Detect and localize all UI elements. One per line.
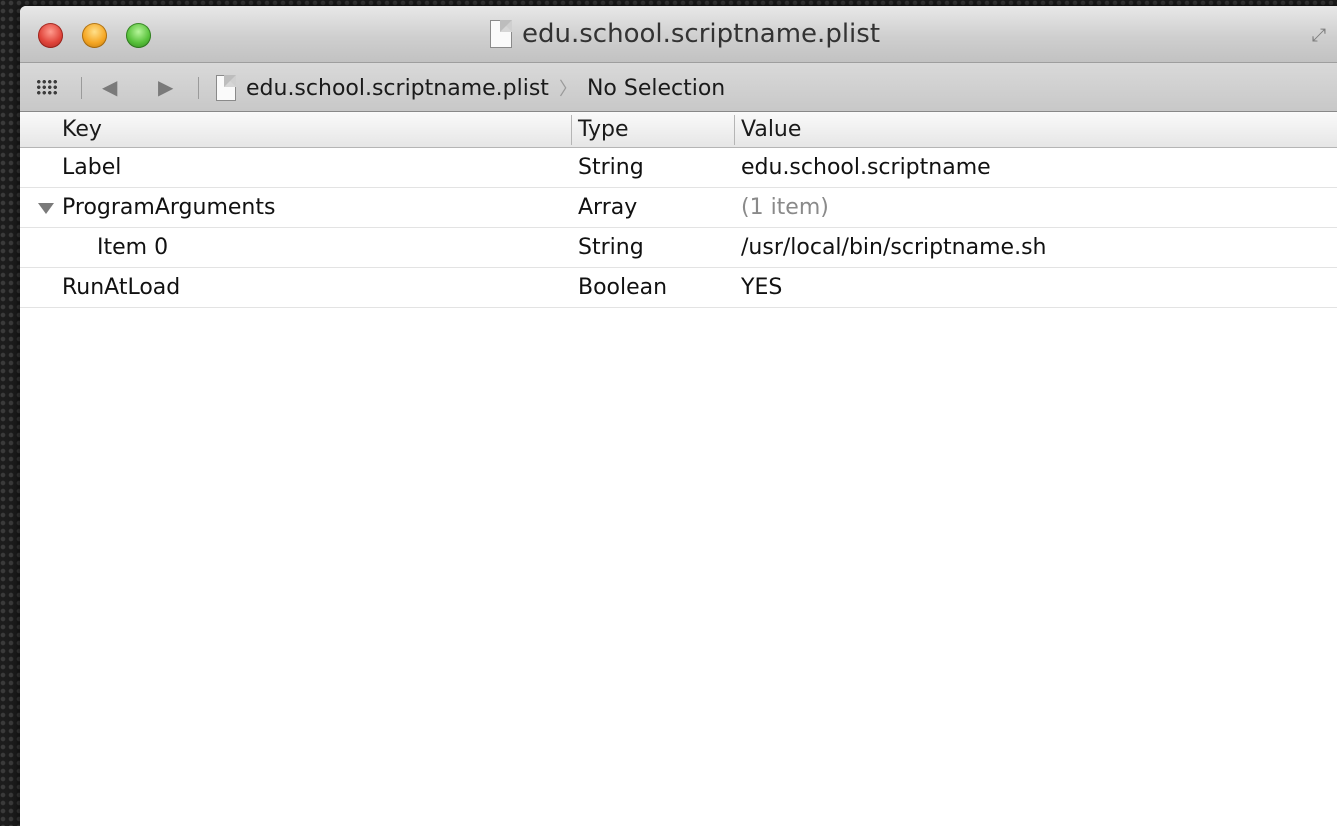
back-arrow-icon[interactable]: ◀ xyxy=(102,75,117,99)
jumpbar-divider xyxy=(81,77,82,99)
breadcrumb-file[interactable]: edu.school.scriptname.plist xyxy=(246,76,549,101)
title-bar[interactable]: edu.school.scriptname.plist ⤢ xyxy=(20,6,1337,62)
column-headers: Key Type Value xyxy=(20,112,1337,148)
row-value: (1 item) xyxy=(741,195,829,220)
related-items-grid-icon[interactable] xyxy=(36,79,58,95)
fullscreen-icon[interactable]: ⤢ xyxy=(1307,24,1331,48)
column-header-type[interactable]: Type xyxy=(571,115,629,145)
column-header-value[interactable]: Value xyxy=(734,115,801,145)
column-header-key[interactable]: Key xyxy=(62,115,102,145)
minimize-button[interactable] xyxy=(82,23,107,48)
row-value[interactable]: /usr/local/bin/scriptname.sh xyxy=(741,228,1046,267)
close-button[interactable] xyxy=(38,23,63,48)
document-icon xyxy=(216,75,236,101)
table-row[interactable]: RunAtLoad Boolean YES xyxy=(20,268,1337,308)
row-type[interactable]: Boolean xyxy=(578,268,667,307)
row-type[interactable]: Array xyxy=(578,188,637,227)
jump-bar: ◀ ▶ edu.school.scriptname.plist 〉 No Sel… xyxy=(20,62,1337,112)
table-row[interactable]: Item 0 String /usr/local/bin/scriptname.… xyxy=(20,228,1337,268)
row-key: RunAtLoad xyxy=(62,275,181,300)
plist-rows: Label String edu.school.scriptname Progr… xyxy=(20,148,1337,308)
row-value[interactable]: edu.school.scriptname xyxy=(741,148,991,187)
jumpbar-divider xyxy=(198,77,199,99)
breadcrumb-separator-icon: 〉 xyxy=(558,79,577,100)
table-row[interactable]: ProgramArguments Array (1 item) xyxy=(20,188,1337,228)
plist-editor-window: edu.school.scriptname.plist ⤢ ◀ ▶ edu.sc… xyxy=(20,6,1337,826)
row-type[interactable]: String xyxy=(578,148,644,187)
table-row[interactable]: Label String edu.school.scriptname xyxy=(20,148,1337,188)
window-title: edu.school.scriptname.plist xyxy=(522,19,881,49)
window-title-area: edu.school.scriptname.plist xyxy=(490,19,880,49)
forward-arrow-icon[interactable]: ▶ xyxy=(158,75,173,99)
breadcrumb: edu.school.scriptname.plist 〉 No Selecti… xyxy=(216,74,725,102)
zoom-button[interactable] xyxy=(126,23,151,48)
breadcrumb-selection[interactable]: No Selection xyxy=(587,76,725,101)
row-value[interactable]: YES xyxy=(741,268,782,307)
row-key: Item 0 xyxy=(97,235,169,260)
row-key: Label xyxy=(62,155,122,180)
disclosure-triangle-icon[interactable] xyxy=(38,203,54,214)
row-type[interactable]: String xyxy=(578,228,644,267)
row-key: ProgramArguments xyxy=(62,195,276,220)
document-icon xyxy=(490,20,512,48)
